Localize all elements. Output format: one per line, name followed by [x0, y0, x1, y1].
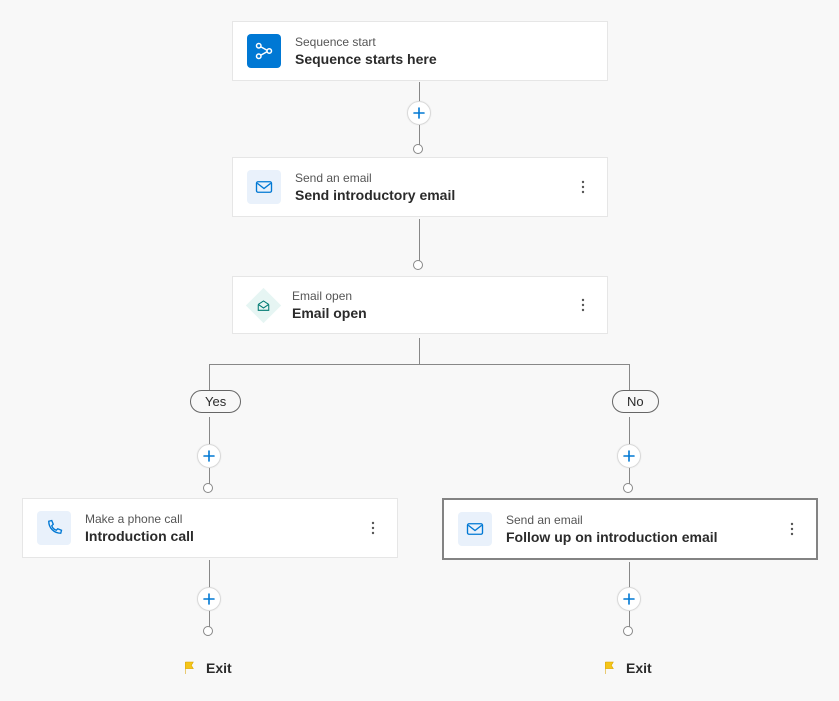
phone-icon	[37, 511, 71, 545]
node-sequence-start[interactable]: Sequence start Sequence starts here	[232, 21, 608, 81]
node-title-label: Sequence starts here	[295, 51, 593, 67]
node-title-label: Follow up on introduction email	[506, 529, 782, 545]
connector	[419, 82, 420, 102]
connector	[209, 364, 210, 390]
branch-label-no: No	[612, 390, 659, 413]
node-title-label: Email open	[292, 305, 573, 321]
add-step-button[interactable]	[197, 444, 221, 468]
more-menu-button[interactable]	[573, 295, 593, 315]
connector	[209, 468, 210, 484]
sequence-canvas: Sequence start Sequence starts here Send…	[0, 0, 839, 701]
connector	[209, 364, 629, 365]
node-send-email-followup[interactable]: Send an email Follow up on introduction …	[442, 498, 818, 560]
connector	[629, 417, 630, 445]
node-type-label: Send an email	[295, 171, 573, 185]
node-send-email-intro[interactable]: Send an email Send introductory email	[232, 157, 608, 217]
connector	[629, 611, 630, 627]
connector	[419, 219, 420, 261]
connector	[209, 417, 210, 445]
connector	[209, 611, 210, 627]
connector	[629, 468, 630, 484]
node-type-label: Make a phone call	[85, 512, 363, 526]
node-title-label: Send introductory email	[295, 187, 573, 203]
connector	[629, 562, 630, 588]
add-step-button[interactable]	[617, 444, 641, 468]
connector-node	[413, 260, 423, 270]
connector-node	[623, 483, 633, 493]
connector-node	[413, 144, 423, 154]
connector	[419, 338, 420, 364]
connector-node	[203, 626, 213, 636]
exit-label: Exit	[182, 660, 232, 676]
flag-icon	[182, 660, 198, 676]
exit-text: Exit	[206, 660, 232, 676]
sequence-start-icon	[247, 34, 281, 68]
branch-label-yes: Yes	[190, 390, 241, 413]
connector	[629, 364, 630, 390]
more-menu-button[interactable]	[782, 519, 802, 539]
connector	[209, 560, 210, 588]
node-type-label: Send an email	[506, 513, 782, 527]
node-phone-call[interactable]: Make a phone call Introduction call	[22, 498, 398, 558]
exit-text: Exit	[626, 660, 652, 676]
add-step-button[interactable]	[617, 587, 641, 611]
connector-node	[623, 626, 633, 636]
connector-node	[203, 483, 213, 493]
email-icon	[458, 512, 492, 546]
add-step-button[interactable]	[407, 101, 431, 125]
connector	[419, 125, 420, 145]
node-title-label: Introduction call	[85, 528, 363, 544]
node-condition-email-open[interactable]: Email open Email open	[232, 276, 608, 334]
node-type-label: Sequence start	[295, 35, 593, 49]
exit-label: Exit	[602, 660, 652, 676]
add-step-button[interactable]	[197, 587, 221, 611]
email-icon	[247, 170, 281, 204]
node-type-label: Email open	[292, 289, 573, 303]
more-menu-button[interactable]	[573, 177, 593, 197]
flag-icon	[602, 660, 618, 676]
more-menu-button[interactable]	[363, 518, 383, 538]
email-open-icon	[246, 287, 281, 322]
